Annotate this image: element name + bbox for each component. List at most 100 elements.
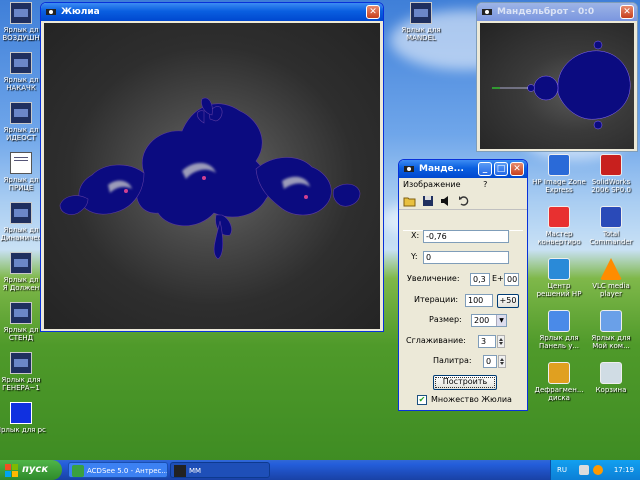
desktop-icon-right-7[interactable]: Ярлык для Мой ком... <box>582 310 640 350</box>
menu-image[interactable]: Изображение <box>403 180 461 189</box>
add-50-button[interactable]: +50 <box>497 294 519 308</box>
julia-window[interactable]: Жюлиа ✕ <box>40 2 384 332</box>
open-icon[interactable] <box>403 194 417 208</box>
undo-icon[interactable] <box>457 194 471 208</box>
windows-logo-icon <box>5 464 18 477</box>
vlc-icon <box>600 258 622 280</box>
mandelbrot-titlebar[interactable]: Мандельброт - 0:0 ✕ <box>477 3 637 21</box>
icon-label-sub: MANDEL <box>406 34 436 42</box>
program-icon <box>410 2 432 24</box>
close-icon: ✕ <box>623 7 631 17</box>
desktop-icon-right-5[interactable]: VLC media player <box>582 258 640 298</box>
julia-titlebar[interactable]: Жюлиа ✕ <box>41 3 383 21</box>
palette-spinner[interactable] <box>498 355 506 368</box>
icon-label-sub: конвертиро <box>537 238 581 246</box>
julia-canvas[interactable] <box>44 23 380 329</box>
tray-icon[interactable] <box>579 465 589 475</box>
icon-label: Мастер <box>545 230 573 238</box>
icon-label-sub: диска <box>548 394 570 402</box>
program-icon <box>10 52 32 74</box>
program-icon <box>10 252 32 274</box>
taskbar-item-mm[interactable]: MM <box>170 462 270 478</box>
mandelbrot-window[interactable]: Мандельброт - 0:0 ✕ <box>476 2 638 152</box>
icon-label-sub: player <box>599 290 622 298</box>
smoothing-input[interactable]: 3 <box>478 335 496 348</box>
icon-label: Ярлык для <box>1 376 41 384</box>
hp-center-icon <box>548 258 570 280</box>
desktop-icon-left-8[interactable]: Ярлык для рс <box>0 402 50 434</box>
tray-icon[interactable] <box>593 465 603 475</box>
x-input[interactable]: -0,76 <box>423 230 509 243</box>
icon-label: Total <box>602 230 620 238</box>
hp-icon <box>548 154 570 176</box>
pdf-icon <box>548 206 570 228</box>
y-input[interactable]: 0 <box>423 251 509 264</box>
start-button[interactable]: пуск <box>0 460 62 480</box>
julia-checkbox[interactable]: ✔ <box>417 395 427 405</box>
icon-label: Корзина <box>595 386 627 394</box>
control-window[interactable]: Манде... _ □ ✕ Изображение ? X: -0,76 Y:… <box>398 159 528 411</box>
size-label: Размер: <box>429 315 462 324</box>
defrag-icon <box>548 362 570 384</box>
desktop-icon-right-9[interactable]: Корзина <box>582 362 640 394</box>
smoothing-spinner[interactable] <box>497 335 505 348</box>
total-commander-icon <box>600 206 622 228</box>
icon-label-sub: Commander <box>589 238 633 246</box>
control-title: Манде... <box>419 164 464 174</box>
mandelbrot-fractal-image <box>492 40 631 130</box>
desktop-icon-mandel[interactable]: Ярлык для MANDEL <box>392 2 450 42</box>
start-label: пуск <box>22 464 49 475</box>
zoom-exp-input[interactable]: 00 <box>504 273 519 286</box>
desktop-icon-right-0[interactable]: HP Image Zone Express <box>530 154 588 194</box>
menu-help[interactable]: ? <box>483 180 487 189</box>
iterations-label: Итерации: <box>414 295 459 304</box>
desktop-icon-left-7[interactable]: Ярлык для ГЕНЕРА~1 <box>0 352 50 392</box>
desktop-icon-right-4[interactable]: Центр решений HP <box>530 258 588 298</box>
save-icon[interactable] <box>421 194 435 208</box>
minimize-button[interactable]: _ <box>478 162 492 176</box>
close-button[interactable]: ✕ <box>366 5 380 19</box>
julia-fractal-image <box>59 97 361 260</box>
close-button[interactable]: ✕ <box>620 5 634 19</box>
close-icon: ✕ <box>369 7 377 17</box>
icon-label-sub: 2006 SP0.0 <box>591 186 631 194</box>
program-icon <box>10 352 32 374</box>
maximize-button[interactable]: □ <box>494 162 508 176</box>
julia-title: Жюлиа <box>61 7 100 17</box>
language-indicator[interactable]: RU <box>557 460 567 480</box>
mandelbrot-canvas[interactable] <box>480 23 634 149</box>
fractal-app-icon <box>404 166 414 172</box>
icon-label-sub: Мой ком... <box>592 342 630 350</box>
icon-label: HP Image Zone <box>532 178 586 186</box>
speaker-icon[interactable] <box>439 194 453 208</box>
size-select[interactable]: 200 ▼ <box>471 314 507 327</box>
taskbar-item-acdsee[interactable]: ACDSee 5.0 - Антрес... <box>68 462 168 478</box>
icon-label: Ярлык для <box>591 334 631 342</box>
icon-label: Центр <box>547 282 571 290</box>
build-button[interactable]: Построить <box>433 375 497 390</box>
desktop-icon-right-1[interactable]: SolidWorks 2006 SP0.0 <box>582 154 640 194</box>
iterations-input[interactable]: 100 <box>465 294 493 307</box>
icon-label-sub: решений HP <box>536 290 582 298</box>
clock[interactable]: 17:19 <box>614 460 634 480</box>
zoom-input[interactable]: 0,3 <box>470 273 490 286</box>
close-button[interactable]: ✕ <box>510 162 524 176</box>
mandelbrot-title: Мандельброт - 0:0 <box>497 7 595 17</box>
maximize-icon: □ <box>496 164 506 174</box>
menubar: Изображение ? <box>399 178 527 192</box>
program-icon <box>10 302 32 324</box>
desktop-icon-right-8[interactable]: Дефрагмен... диска <box>530 362 588 402</box>
system-tray: RU 17:19 <box>550 460 640 480</box>
icon-label-sub: Express <box>545 186 573 194</box>
palette-input[interactable]: 0 <box>483 355 497 368</box>
chevron-down-icon[interactable]: ▼ <box>496 315 506 326</box>
program-icon <box>10 102 32 124</box>
blue-square-icon <box>10 402 32 424</box>
zoom-label: Увеличение: <box>407 274 460 283</box>
julia-checkbox-label: Множество Жюлиа <box>431 395 512 404</box>
control-titlebar[interactable]: Манде... _ □ ✕ <box>399 160 527 178</box>
zoom-exp-label: E+ <box>492 274 504 283</box>
desktop-icon-right-6[interactable]: Ярлык для Панель у... <box>530 310 588 350</box>
desktop-icon-right-2[interactable]: Мастер конвертиро <box>530 206 588 246</box>
desktop-icon-right-3[interactable]: Total Commander <box>582 206 640 246</box>
